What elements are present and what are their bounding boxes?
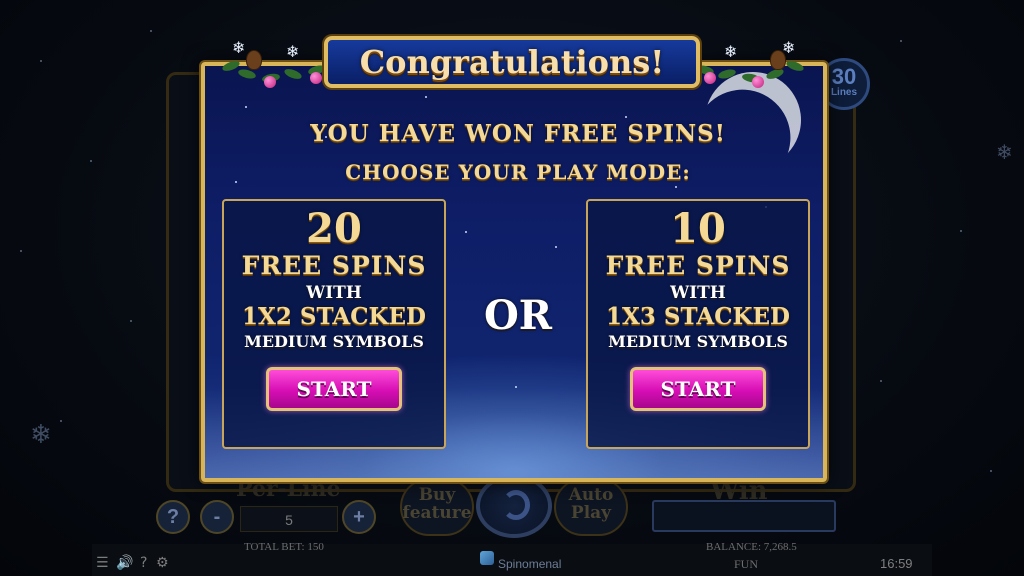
settings-icon[interactable]: ⚙ [156, 555, 169, 571]
garland-right: ❄ ❄ [695, 38, 806, 92]
decrease-bet-button[interactable]: - [200, 500, 234, 534]
with-label: WITH [670, 283, 726, 303]
free-spins-label: FREE SPINS [605, 251, 791, 280]
spin-count: 10 [670, 205, 726, 252]
medium-symbols-label: MEDIUM SYMBOLS [608, 332, 788, 351]
spin-count: 20 [306, 205, 362, 252]
total-bet-text: TOTAL BET: 150 [244, 541, 324, 553]
start-button-10-spins[interactable]: START [630, 367, 766, 411]
buy-feature-button[interactable]: Buy feature [400, 478, 474, 536]
free-spins-popup: YOU HAVE WON FREE SPINS! CHOOSE YOUR PLA… [201, 62, 827, 482]
increase-bet-button[interactable]: + [342, 500, 376, 534]
snowflake-icon: ❄ [286, 42, 300, 61]
free-spins-label: FREE SPINS [241, 251, 427, 280]
snowflake-icon: ❄ [724, 42, 738, 61]
snowflake-icon: ❄ [996, 140, 1013, 164]
garland-left: ❄ ❄ [221, 38, 332, 92]
lines-label: Lines [830, 87, 858, 98]
brand-name: Spinomenal [498, 557, 562, 571]
lines-count: 30 [831, 64, 857, 89]
clock-text: 16:59 [880, 556, 913, 571]
sound-icon[interactable]: 🔊 [116, 555, 133, 571]
auto-play-button[interactable]: Auto Play [554, 478, 628, 536]
balance-text: BALANCE: 7,268.5 [706, 541, 797, 553]
help-button[interactable]: ? [156, 500, 190, 534]
option-10-spins: 10 FREE SPINS WITH 1X3 STACKED MEDIUM SY… [586, 199, 810, 449]
spinomenal-logo-icon [480, 551, 494, 565]
won-free-spins-text: YOU HAVE WON FREE SPINS! [310, 120, 726, 147]
title-plaque: Congratulations! [324, 36, 700, 88]
snowflake-icon: ❄ [782, 38, 796, 57]
start-button-20-spins[interactable]: START [266, 367, 402, 411]
play-mode-text: FUN [734, 557, 759, 571]
spin-button[interactable] [476, 474, 552, 538]
snowflake-icon: ❄ [232, 38, 246, 57]
choose-mode-text: CHOOSE YOUR PLAY MODE: [345, 160, 691, 184]
snowflake-icon: ❄ [30, 420, 52, 450]
per-line-value: 5 [240, 506, 338, 532]
help-icon[interactable]: ? [140, 555, 147, 571]
menu-icon[interactable]: ☰ [96, 555, 109, 571]
win-display [652, 500, 836, 532]
popup-title: Congratulations! [359, 43, 665, 81]
spin-icon [502, 490, 530, 520]
stacked-label: 1X3 STACKED [606, 303, 790, 330]
